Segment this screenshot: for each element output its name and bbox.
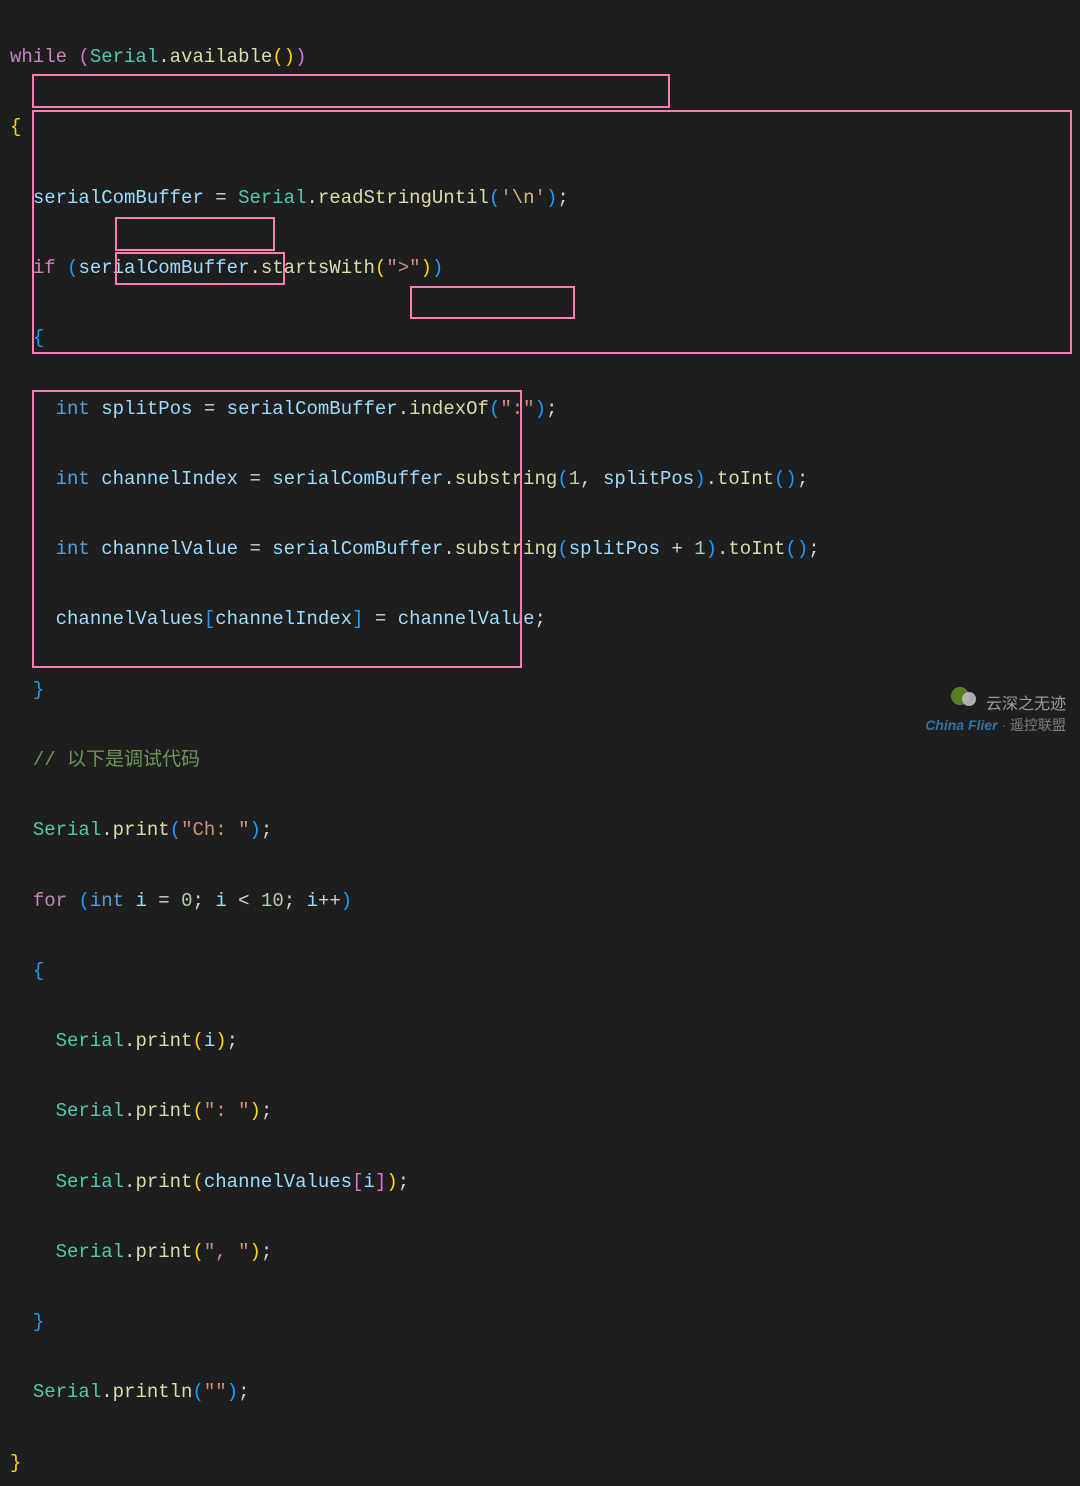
obj-serial: Serial [56,1171,124,1193]
var-channelValue: channelValue [101,538,238,560]
fn-available: available [170,46,273,68]
var-i: i [204,1030,215,1052]
var-serialComBuffer: serialComBuffer [272,468,443,490]
var-serialComBuffer: serialComBuffer [227,398,398,420]
num-literal: 0 [181,890,192,912]
var-splitPos: splitPos [101,398,192,420]
string-literal: ": " [204,1100,250,1122]
code-line: Serial.print(", "); [10,1235,1075,1270]
brace-close: } [33,1311,44,1333]
fn-print: print [113,819,170,841]
obj-serial: Serial [56,1030,124,1052]
code-line: Serial.print(channelValues[i]); [10,1165,1075,1200]
wechat-icon [949,685,981,709]
fn-toInt: toInt [728,538,785,560]
var-i: i [135,890,146,912]
brace-open: { [33,960,44,982]
code-line: } [10,1305,1075,1340]
code-line: int channelValue = serialComBuffer.subst… [10,532,1075,567]
brace-open: { [33,327,44,349]
code-line: // 以下是调试代码 [10,743,1075,778]
code-line: Serial.println(""); [10,1375,1075,1410]
var-channelValue: channelValue [398,608,535,630]
num-literal: 1 [694,538,705,560]
type-int: int [56,398,90,420]
fn-println: println [113,1381,193,1403]
code-line: Serial.print(i); [10,1024,1075,1059]
obj-serial: Serial [33,819,101,841]
obj-serial: Serial [56,1100,124,1122]
keyword-for: for [33,890,67,912]
code-line: if (serialComBuffer.startsWith(">")) [10,251,1075,286]
code-line: serialComBuffer = Serial.readStringUntil… [10,181,1075,216]
fn-readStringUntil: readStringUntil [318,187,489,209]
var-serialComBuffer: serialComBuffer [78,257,249,279]
string-literal: ":" [500,398,534,420]
fn-indexOf: indexOf [409,398,489,420]
string-literal: "Ch: " [181,819,249,841]
code-line: int splitPos = serialComBuffer.indexOf("… [10,392,1075,427]
type-int: int [90,890,124,912]
num-literal: 1 [569,468,580,490]
fn-toInt: toInt [717,468,774,490]
var-i: i [364,1171,375,1193]
fn-print: print [135,1100,192,1122]
var-serialComBuffer: serialComBuffer [33,187,204,209]
fn-substring: substring [455,468,558,490]
var-splitPos: splitPos [603,468,694,490]
fn-print: print [135,1241,192,1263]
var-channelIndex: channelIndex [101,468,238,490]
obj-serial: Serial [56,1241,124,1263]
string-literal: '\n' [500,187,546,209]
obj-serial: Serial [90,46,158,68]
brace-close: } [33,679,44,701]
comment: // 以下是调试代码 [33,749,200,771]
fn-print: print [135,1171,192,1193]
code-line: { [10,110,1075,145]
var-channelValues: channelValues [204,1171,352,1193]
type-int: int [56,468,90,490]
watermark-secondary: China Flier · 遥控联盟 [925,713,1066,739]
string-literal: ", " [204,1241,250,1263]
code-line: channelValues[channelIndex] = channelVal… [10,602,1075,637]
code-line: Serial.print(": "); [10,1094,1075,1129]
code-line: while (Serial.available()) [10,40,1075,75]
obj-serial: Serial [33,1381,101,1403]
keyword-if: if [33,257,56,279]
var-serialComBuffer: serialComBuffer [272,538,443,560]
fn-substring: substring [455,538,558,560]
brace-open: { [10,116,21,138]
fn-print: print [135,1030,192,1052]
var-channelIndex: channelIndex [215,608,352,630]
code-line: for (int i = 0; i < 10; i++) [10,884,1075,919]
type-int: int [56,538,90,560]
code-line: int channelIndex = serialComBuffer.subst… [10,462,1075,497]
code-line: } [10,1446,1075,1481]
var-splitPos: splitPos [569,538,660,560]
code-line: { [10,321,1075,356]
num-literal: 10 [261,890,284,912]
var-channelValues: channelValues [56,608,204,630]
code-editor[interactable]: while (Serial.available()) { serialComBu… [5,5,1075,1486]
obj-serial: Serial [238,187,306,209]
string-literal: ">" [386,257,420,279]
code-line: { [10,954,1075,989]
keyword-while: while [10,46,67,68]
code-line: Serial.print("Ch: "); [10,813,1075,848]
brace-close: } [10,1452,21,1474]
fn-startsWith: startsWith [261,257,375,279]
string-literal: "" [204,1381,227,1403]
code-line: } [10,673,1075,708]
